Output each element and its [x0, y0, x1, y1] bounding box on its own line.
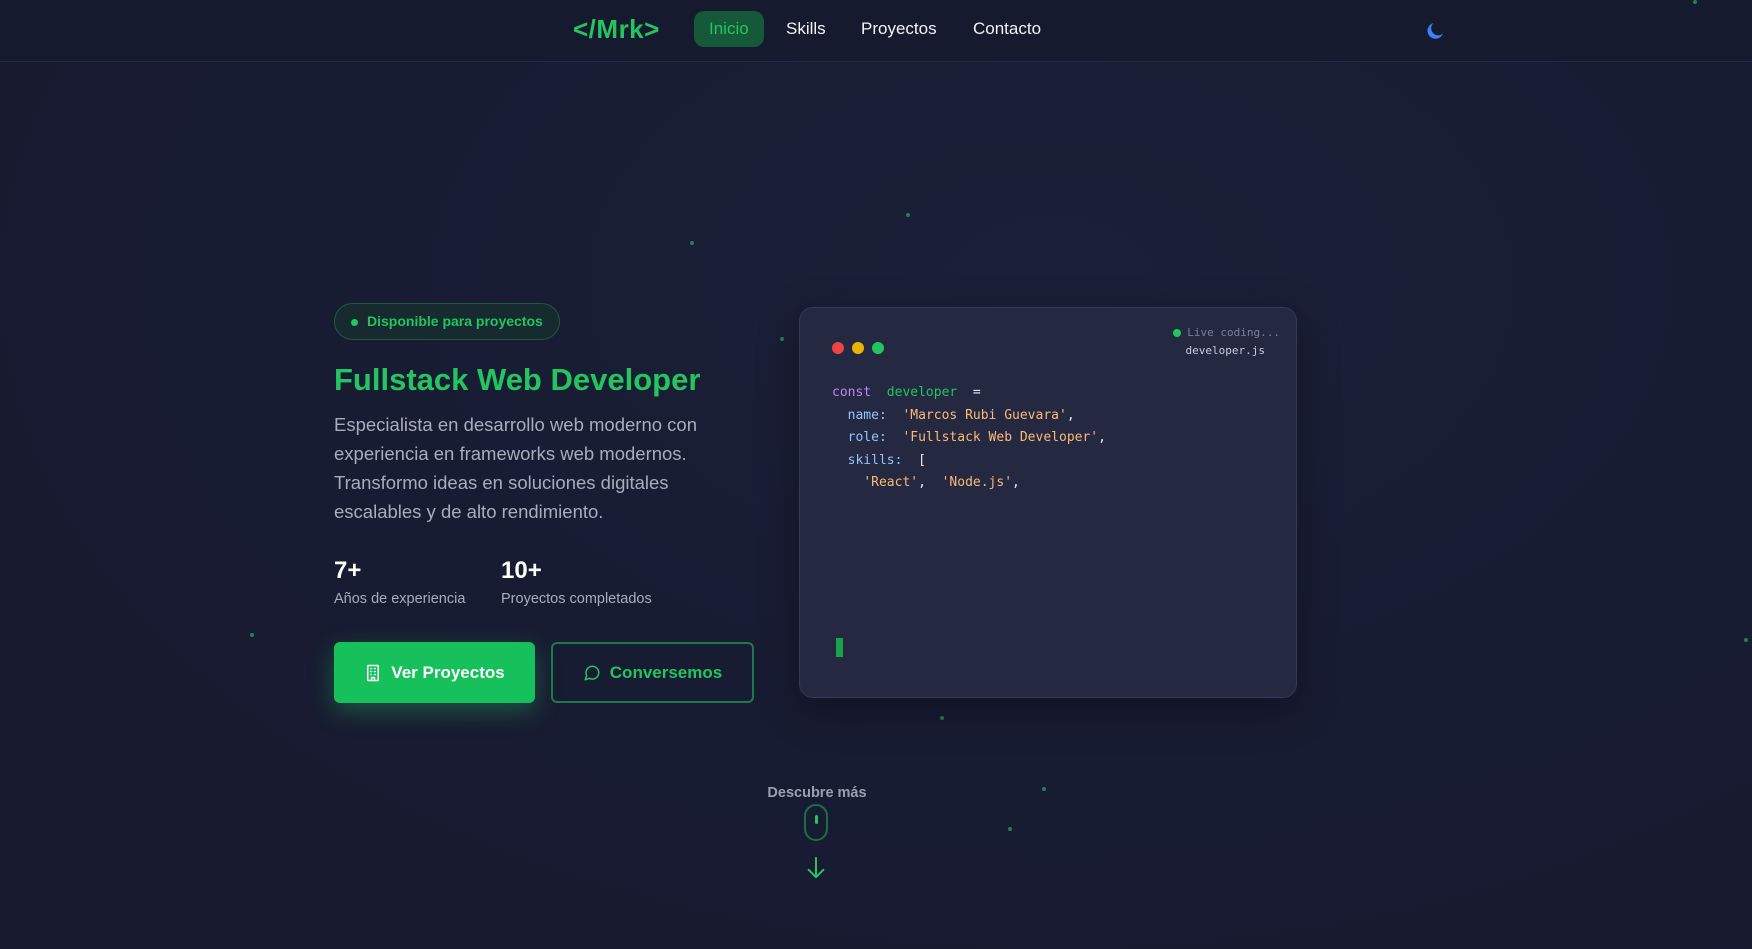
particle-dot: [906, 213, 910, 217]
nav-link-contacto[interactable]: Contacto: [958, 11, 1056, 47]
view-projects-button[interactable]: Ver Proyectos: [334, 642, 535, 703]
code-token: ,: [1098, 430, 1106, 445]
code-block: const developer = name: 'Marcos Rubi Gue…: [832, 382, 1106, 495]
nav-link-inicio[interactable]: Inicio: [694, 11, 764, 47]
code-token: ,: [1066, 407, 1075, 423]
code-token: 'Node.js': [941, 475, 1013, 490]
scroll-hint-label[interactable]: Descubre más: [767, 785, 867, 801]
particle-dot: [940, 716, 944, 720]
code-line: role: 'Fullstack Web Developer',: [832, 427, 1106, 450]
code-filename: developer.js: [1185, 344, 1265, 357]
code-token: ,: [1012, 475, 1020, 490]
stat-experience: 7+ Años de experiencia: [334, 557, 465, 607]
availability-badge: Disponible para proyectos: [334, 303, 560, 340]
view-projects-label: Ver Proyectos: [391, 662, 505, 682]
nav-link-proyectos[interactable]: Proyectos: [846, 11, 952, 47]
code-token: ,: [918, 475, 926, 490]
stat-value: 10+: [501, 557, 542, 584]
status-dot: [351, 319, 358, 326]
hero-title: Fullstack Web Developer: [334, 362, 701, 397]
stat-projects: 10+ Proyectos completados: [501, 557, 652, 607]
arrow-down-icon[interactable]: [805, 855, 827, 881]
logo[interactable]: </Mrk>: [573, 14, 660, 45]
particle-dot: [1042, 787, 1046, 791]
particle-dot: [1008, 827, 1012, 831]
code-editor-card: Live coding... developer.js const develo…: [799, 307, 1297, 698]
nav-link-skills[interactable]: Skills: [771, 11, 841, 47]
availability-label: Disponible para proyectos: [367, 313, 543, 329]
code-token: developer: [886, 385, 958, 400]
chat-bubble-icon: [584, 665, 600, 680]
moon-icon[interactable]: [1423, 19, 1447, 43]
code-token: 'Fullstack Web Developer': [902, 430, 1099, 445]
particle-dot: [780, 337, 784, 341]
stat-value: 7+: [334, 557, 362, 584]
lets-talk-label: Conversemos: [609, 662, 723, 682]
window-close-dot: [832, 342, 844, 354]
code-token: =: [972, 385, 981, 400]
particle-dot: [690, 241, 694, 245]
code-token: skills:: [847, 452, 903, 468]
code-line: 'React', 'Node.js',: [832, 472, 1106, 495]
typing-cursor: [836, 638, 843, 657]
code-token: const: [832, 385, 872, 400]
code-token: [: [918, 452, 926, 468]
particle-dot: [1693, 0, 1697, 4]
mouse-wheel: [815, 815, 818, 824]
lets-talk-button[interactable]: Conversemos: [551, 642, 754, 703]
code-line: const developer =: [832, 382, 1106, 405]
top-navigation: </Mrk> Inicio Skills Proyectos Contacto: [0, 0, 1752, 62]
particle-dot: [250, 633, 254, 637]
live-status: Live coding...: [1173, 326, 1280, 339]
code-token: role:: [847, 430, 887, 445]
window-minimize-dot: [852, 342, 864, 354]
particle-dot: [1744, 638, 1748, 642]
mouse-scroll-icon[interactable]: [804, 804, 828, 841]
stat-label: Años de experiencia: [334, 591, 466, 607]
code-token: 'Marcos Rubi Guevara': [902, 407, 1067, 423]
code-token: 'React': [863, 475, 919, 490]
building-icon: [367, 664, 380, 681]
live-coding-indicator: Live coding... developer.js: [1173, 326, 1280, 357]
stat-label: Proyectos completados: [501, 591, 652, 607]
hero-description: Especialista en desarrollo web moderno c…: [334, 414, 698, 522]
live-status-label: Live coding...: [1187, 326, 1280, 339]
code-line: name: 'Marcos Rubi Guevara',: [832, 405, 1106, 428]
live-dot: [1173, 329, 1182, 337]
code-token: name:: [847, 407, 887, 423]
window-maximize-dot: [872, 342, 884, 354]
code-line: skills: [: [832, 450, 1106, 473]
